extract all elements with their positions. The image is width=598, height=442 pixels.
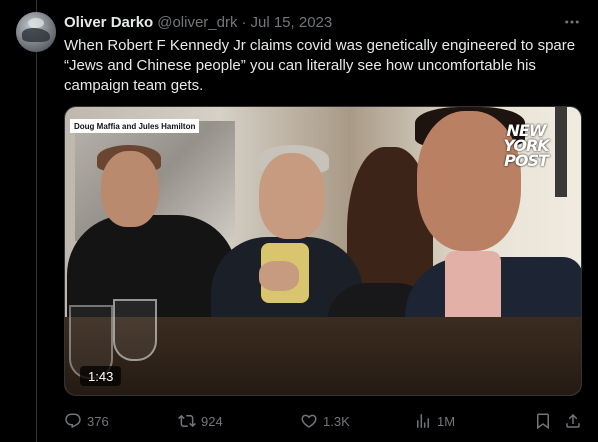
person-1-head [101, 151, 159, 227]
views-icon [417, 414, 429, 428]
logo-line: POST [504, 151, 549, 170]
person-2-head [259, 153, 325, 239]
author-name[interactable]: Oliver Darko [64, 14, 153, 31]
bookmark-icon [537, 413, 549, 430]
like-count: 1.3K [323, 413, 350, 429]
avatar[interactable] [16, 12, 56, 52]
avatar-detail [22, 28, 50, 42]
reply-button[interactable]: 376 [64, 410, 109, 432]
repost-count: 924 [201, 413, 223, 429]
video-caption: Doug Maffia and Jules Hamilton [70, 119, 200, 133]
more-icon [565, 20, 579, 24]
tweet-header: Oliver Darko @oliver_drk · Jul 15, 2023 [64, 12, 332, 32]
reply-icon [65, 413, 81, 429]
more-button[interactable] [562, 12, 582, 32]
repost-icon [178, 414, 196, 428]
person-2-hand [259, 261, 299, 291]
video-duration: 1:43 [80, 366, 122, 386]
scene-detail [555, 107, 567, 197]
action-bar: 376 924 1.3K 1M [64, 410, 582, 432]
reply-count: 376 [87, 413, 109, 429]
tweet-date[interactable]: Jul 15, 2023 [250, 14, 332, 31]
video-player[interactable]: Doug Maffia and Jules Hamilton NEW YORK … [64, 106, 582, 396]
wine-glass [113, 299, 157, 361]
bookmark-button[interactable] [534, 410, 552, 432]
tweet-text: When Robert F Kennedy Jr claims covid wa… [64, 37, 576, 94]
avatar-detail [28, 18, 44, 28]
author-handle[interactable]: @oliver_drk [157, 14, 237, 31]
like-icon [301, 414, 317, 428]
like-button[interactable]: 1.3K [300, 410, 350, 432]
tweet[interactable]: Oliver Darko @oliver_drk · Jul 15, 2023 … [0, 0, 598, 442]
repost-button[interactable]: 924 [178, 410, 223, 432]
share-icon [566, 413, 580, 428]
share-button[interactable] [564, 410, 582, 432]
views-button[interactable]: 1M [414, 410, 455, 432]
new-york-post-logo: NEW YORK POST [499, 123, 553, 170]
views-count: 1M [437, 413, 456, 429]
separator: · [241, 13, 247, 31]
